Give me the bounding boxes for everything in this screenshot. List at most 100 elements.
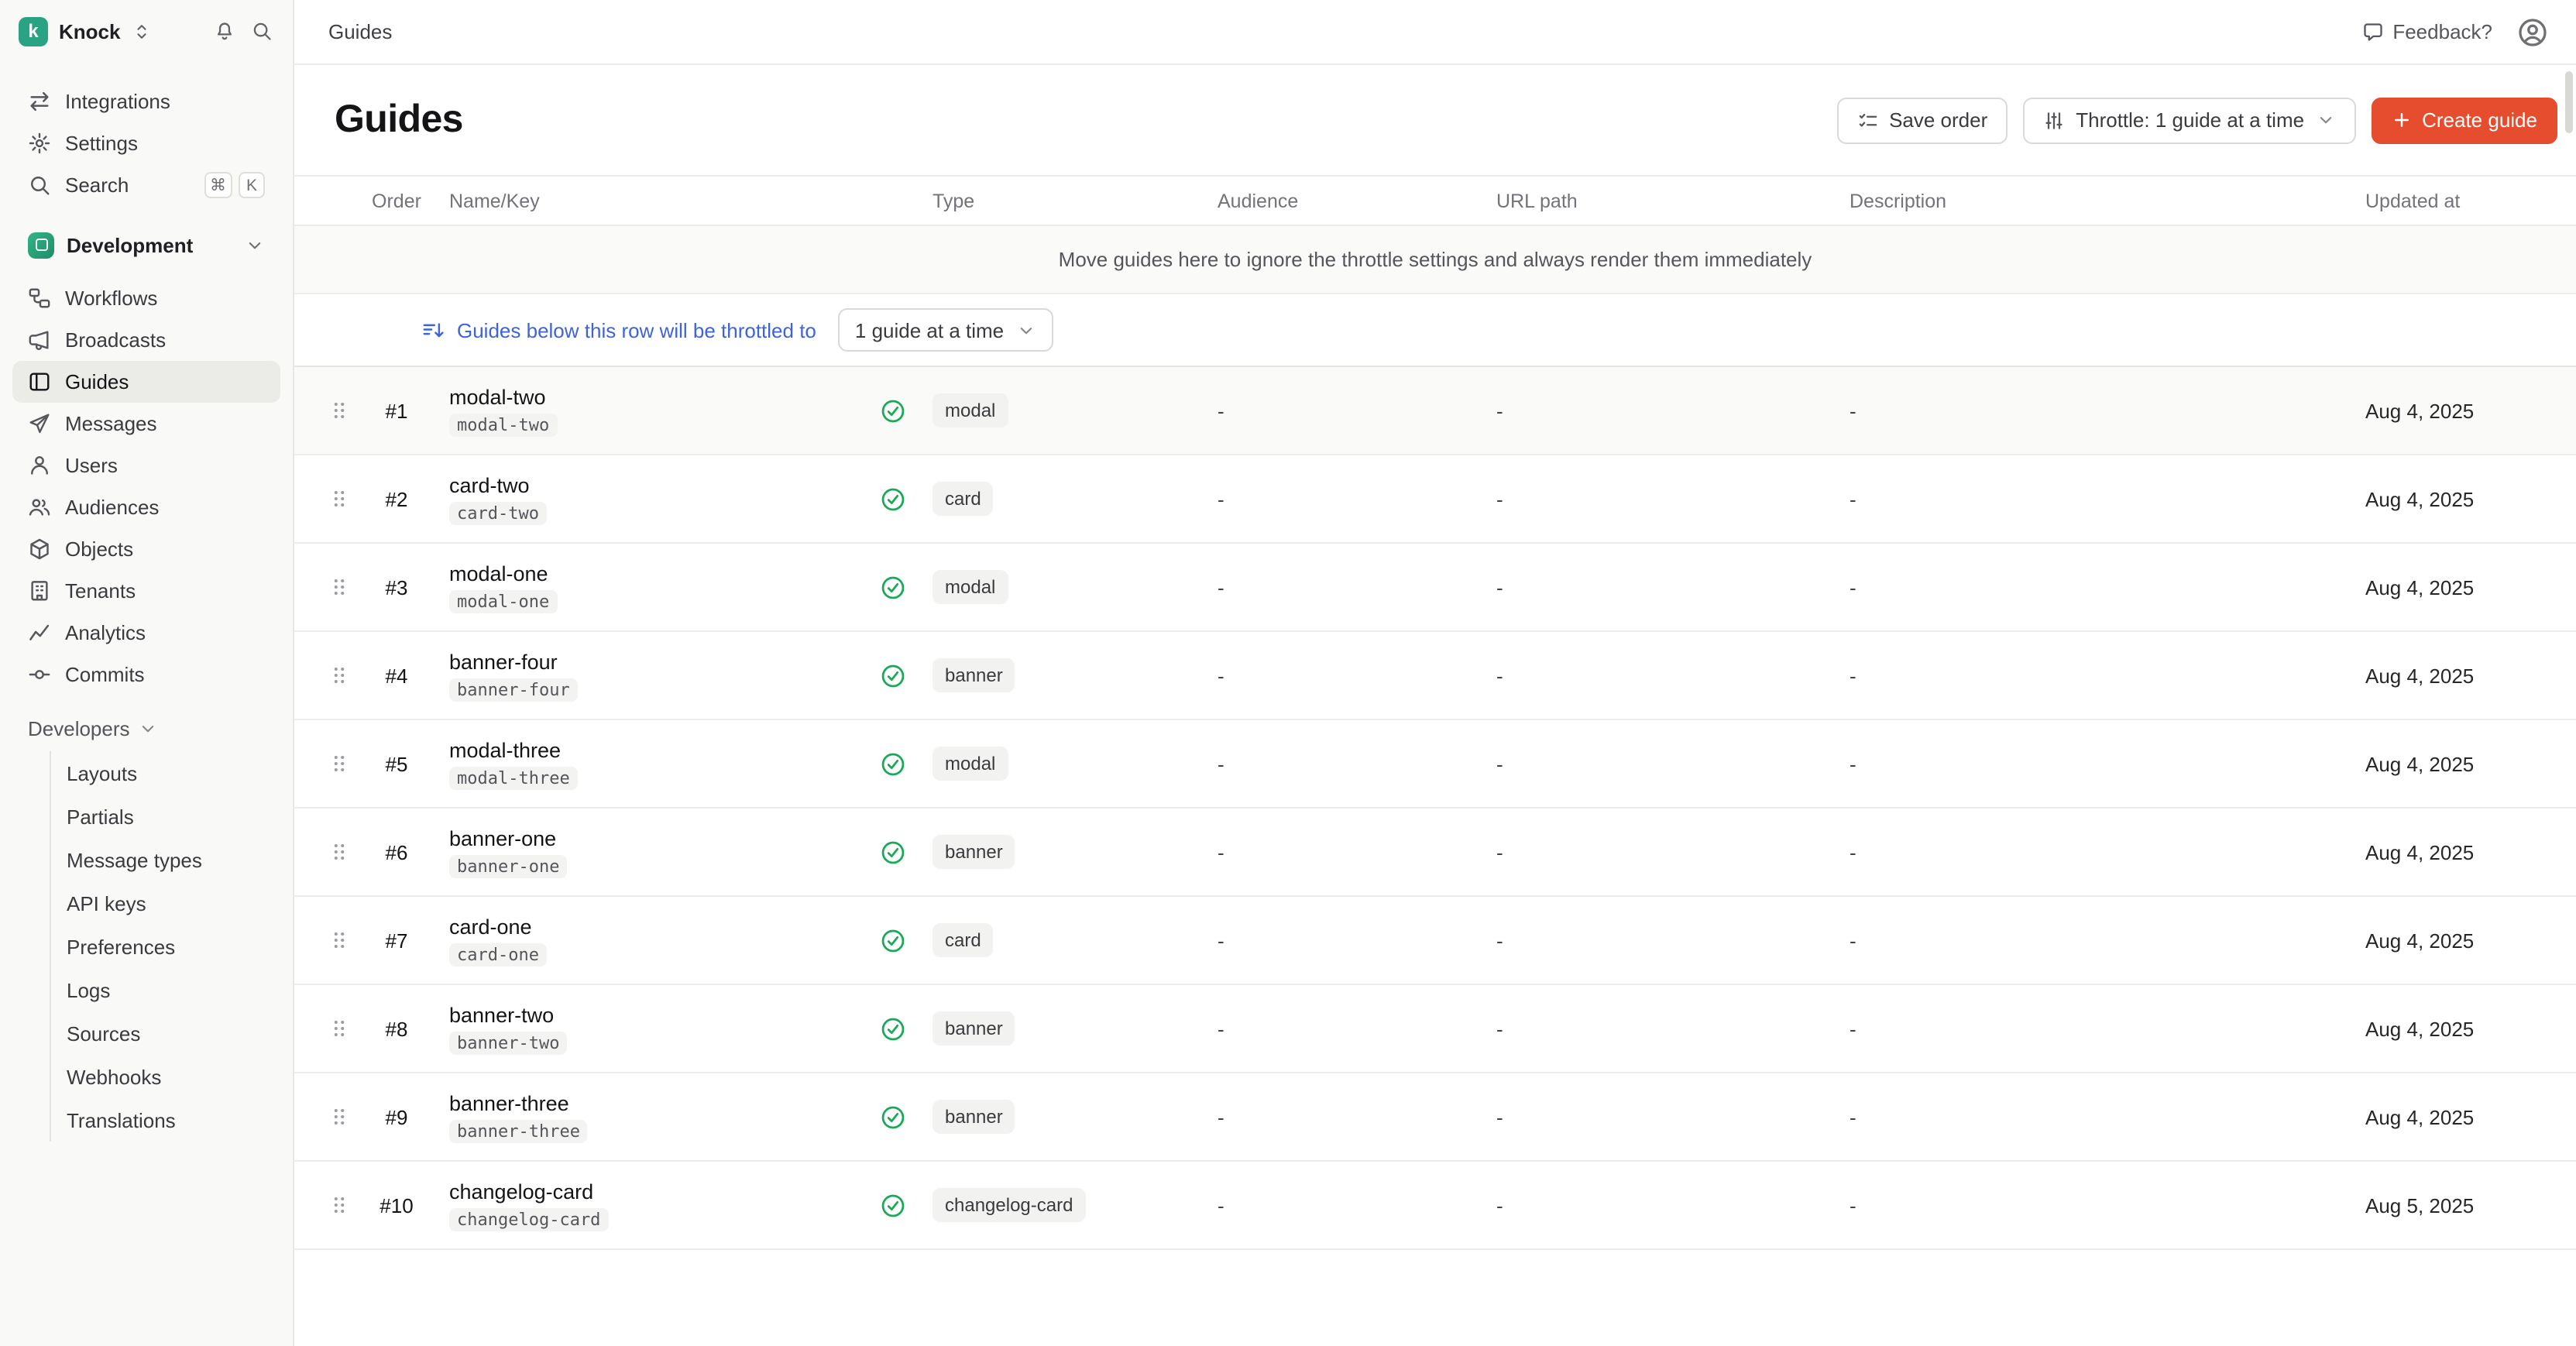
environment-label: Development <box>67 233 193 256</box>
guide-audience: - <box>1208 929 1487 952</box>
chevron-down-icon <box>138 718 158 738</box>
status-active-check-icon <box>879 1192 905 1218</box>
table-row[interactable]: #6 banner-one banner-one banner - - - Au… <box>294 809 2576 897</box>
status-active-check-icon <box>879 486 905 512</box>
guide-description: - <box>1840 664 2365 687</box>
broadcasts-icon <box>28 328 51 352</box>
throttle-label: Throttle: 1 guide at a time <box>2076 108 2304 132</box>
sidebar-item-settings[interactable]: Settings <box>12 122 280 164</box>
sidebar-item-logs[interactable]: Logs <box>51 968 293 1011</box>
knock-logo: k <box>19 16 48 46</box>
guide-updated-at: Aug 4, 2025 <box>2365 664 2576 687</box>
sidebar-item-label: Settings <box>65 132 138 155</box>
guide-updated-at: Aug 4, 2025 <box>2365 1017 2576 1040</box>
guide-key: banner-one <box>449 854 567 877</box>
drag-handle-icon[interactable] <box>328 929 350 951</box>
guide-audience: - <box>1208 752 1487 775</box>
sidebar-item-analytics[interactable]: Analytics <box>12 612 280 654</box>
sidebar-item-search[interactable]: Search ⌘K <box>12 164 280 206</box>
status-active-check-icon <box>879 927 905 953</box>
sidebar-item-tenants[interactable]: Tenants <box>12 570 280 612</box>
environment-switcher-development[interactable]: Development <box>12 221 280 268</box>
guide-order: #3 <box>362 575 431 599</box>
guide-name-key: modal-three modal-three <box>431 738 864 789</box>
table-row[interactable]: #7 card-one card-one card - - - Aug 4, 2… <box>294 897 2576 985</box>
sidebar-item-commits[interactable]: Commits <box>12 654 280 695</box>
search-icon[interactable] <box>251 20 273 42</box>
sidebar-item-objects[interactable]: Objects <box>12 528 280 570</box>
top-bar-right: Feedback? <box>2361 16 2548 47</box>
chevron-up-down-icon[interactable] <box>131 21 151 41</box>
drag-handle-icon[interactable] <box>328 841 350 863</box>
drag-handle-icon[interactable] <box>328 576 350 598</box>
workspace-switcher[interactable]: k Knock <box>19 16 151 46</box>
sidebar-item-label: Guides <box>65 370 129 393</box>
sidebar-item-users[interactable]: Users <box>12 445 280 486</box>
sidebar-top-nav: Integrations Settings Search ⌘K <box>0 62 293 206</box>
page-actions: Save order Throttle: 1 guide at a time C… <box>1836 97 2557 143</box>
guide-name-key: banner-one banner-one <box>431 826 864 877</box>
guide-key: banner-four <box>449 678 578 701</box>
throttle-value-dropdown[interactable]: 1 guide at a time <box>838 308 1053 352</box>
guide-name: changelog-card <box>449 1179 593 1203</box>
column-audience: Audience <box>1208 190 1487 211</box>
drag-handle-icon[interactable] <box>328 753 350 774</box>
sidebar-item-api-keys[interactable]: API keys <box>51 881 293 925</box>
drag-handle-icon[interactable] <box>328 1194 350 1216</box>
throttle-divider-link[interactable]: Guides below this row will be throttled … <box>457 318 816 342</box>
guide-key: banner-two <box>449 1031 567 1054</box>
guide-audience: - <box>1208 1193 1487 1217</box>
feedback-button[interactable]: Feedback? <box>2361 20 2492 43</box>
drag-handle-icon[interactable] <box>328 488 350 510</box>
sidebar-item-partials[interactable]: Partials <box>51 795 293 838</box>
table-row[interactable]: #9 banner-three banner-three banner - - … <box>294 1073 2576 1162</box>
guide-order: #7 <box>362 929 431 952</box>
sidebar-item-workflows[interactable]: Workflows <box>12 277 280 319</box>
drag-handle-icon[interactable] <box>328 400 350 421</box>
guide-key: modal-two <box>449 413 557 436</box>
drag-handle-icon[interactable] <box>328 1018 350 1039</box>
drag-handle-icon[interactable] <box>328 1106 350 1128</box>
sidebar-item-sources[interactable]: Sources <box>51 1011 293 1055</box>
create-guide-button[interactable]: Create guide <box>2371 97 2557 143</box>
page-title: Guides <box>335 98 463 142</box>
speech-bubble-icon <box>2361 21 2383 43</box>
save-order-button[interactable]: Save order <box>1836 97 2008 143</box>
sidebar-item-preferences[interactable]: Preferences <box>51 925 293 968</box>
page-header: Guides Save order Throttle: 1 guide at a… <box>294 65 2576 175</box>
sidebar-item-translations[interactable]: Translations <box>51 1098 293 1142</box>
notifications-bell-icon[interactable] <box>214 20 235 42</box>
table-row[interactable]: #2 card-two card-two card - - - Aug 4, 2… <box>294 455 2576 544</box>
guide-url-path: - <box>1487 1193 1840 1217</box>
chevron-down-icon <box>1016 320 1036 340</box>
ignore-throttle-dropzone[interactable]: Move guides here to ignore the throttle … <box>294 226 2576 294</box>
sidebar-item-broadcasts[interactable]: Broadcasts <box>12 319 280 361</box>
sidebar-item-message-types[interactable]: Message types <box>51 838 293 881</box>
sidebar-item-layouts[interactable]: Layouts <box>51 751 293 795</box>
plus-icon <box>2391 110 2411 130</box>
sidebar-item-guides[interactable]: Guides <box>12 361 280 403</box>
guide-url-path: - <box>1487 752 1840 775</box>
sidebar-item-audiences[interactable]: Audiences <box>12 486 280 528</box>
scrollbar-thumb[interactable] <box>2565 71 2573 133</box>
drag-handle-icon[interactable] <box>328 664 350 686</box>
table-row[interactable]: #1 modal-two modal-two modal - - - Aug 4… <box>294 367 2576 455</box>
table-row[interactable]: #8 banner-two banner-two banner - - - Au… <box>294 985 2576 1073</box>
guide-type-badge: banner <box>933 1100 1015 1134</box>
table-row[interactable]: #3 modal-one modal-one modal - - - Aug 4… <box>294 544 2576 632</box>
throttle-dropdown-button[interactable]: Throttle: 1 guide at a time <box>2023 97 2355 143</box>
users-icon <box>28 454 51 477</box>
sidebar-item-webhooks[interactable]: Webhooks <box>51 1055 293 1098</box>
sidebar-item-messages[interactable]: Messages <box>12 403 280 445</box>
breadcrumb: Guides <box>328 20 392 43</box>
table-row[interactable]: #5 modal-three modal-three modal - - - A… <box>294 720 2576 809</box>
sidebar: k Knock Integrations Settings Search ⌘K … <box>0 0 294 1346</box>
guide-name-key: card-one card-one <box>431 915 864 966</box>
sidebar-section-developers[interactable]: Developers <box>12 708 280 748</box>
sidebar-item-integrations[interactable]: Integrations <box>12 81 280 122</box>
table-row[interactable]: #10 changelog-card changelog-card change… <box>294 1162 2576 1250</box>
guide-key: banner-three <box>449 1119 588 1142</box>
table-row[interactable]: #4 banner-four banner-four banner - - - … <box>294 632 2576 720</box>
user-avatar[interactable] <box>2517 16 2548 47</box>
sidebar-item-label: Layouts <box>67 761 137 785</box>
